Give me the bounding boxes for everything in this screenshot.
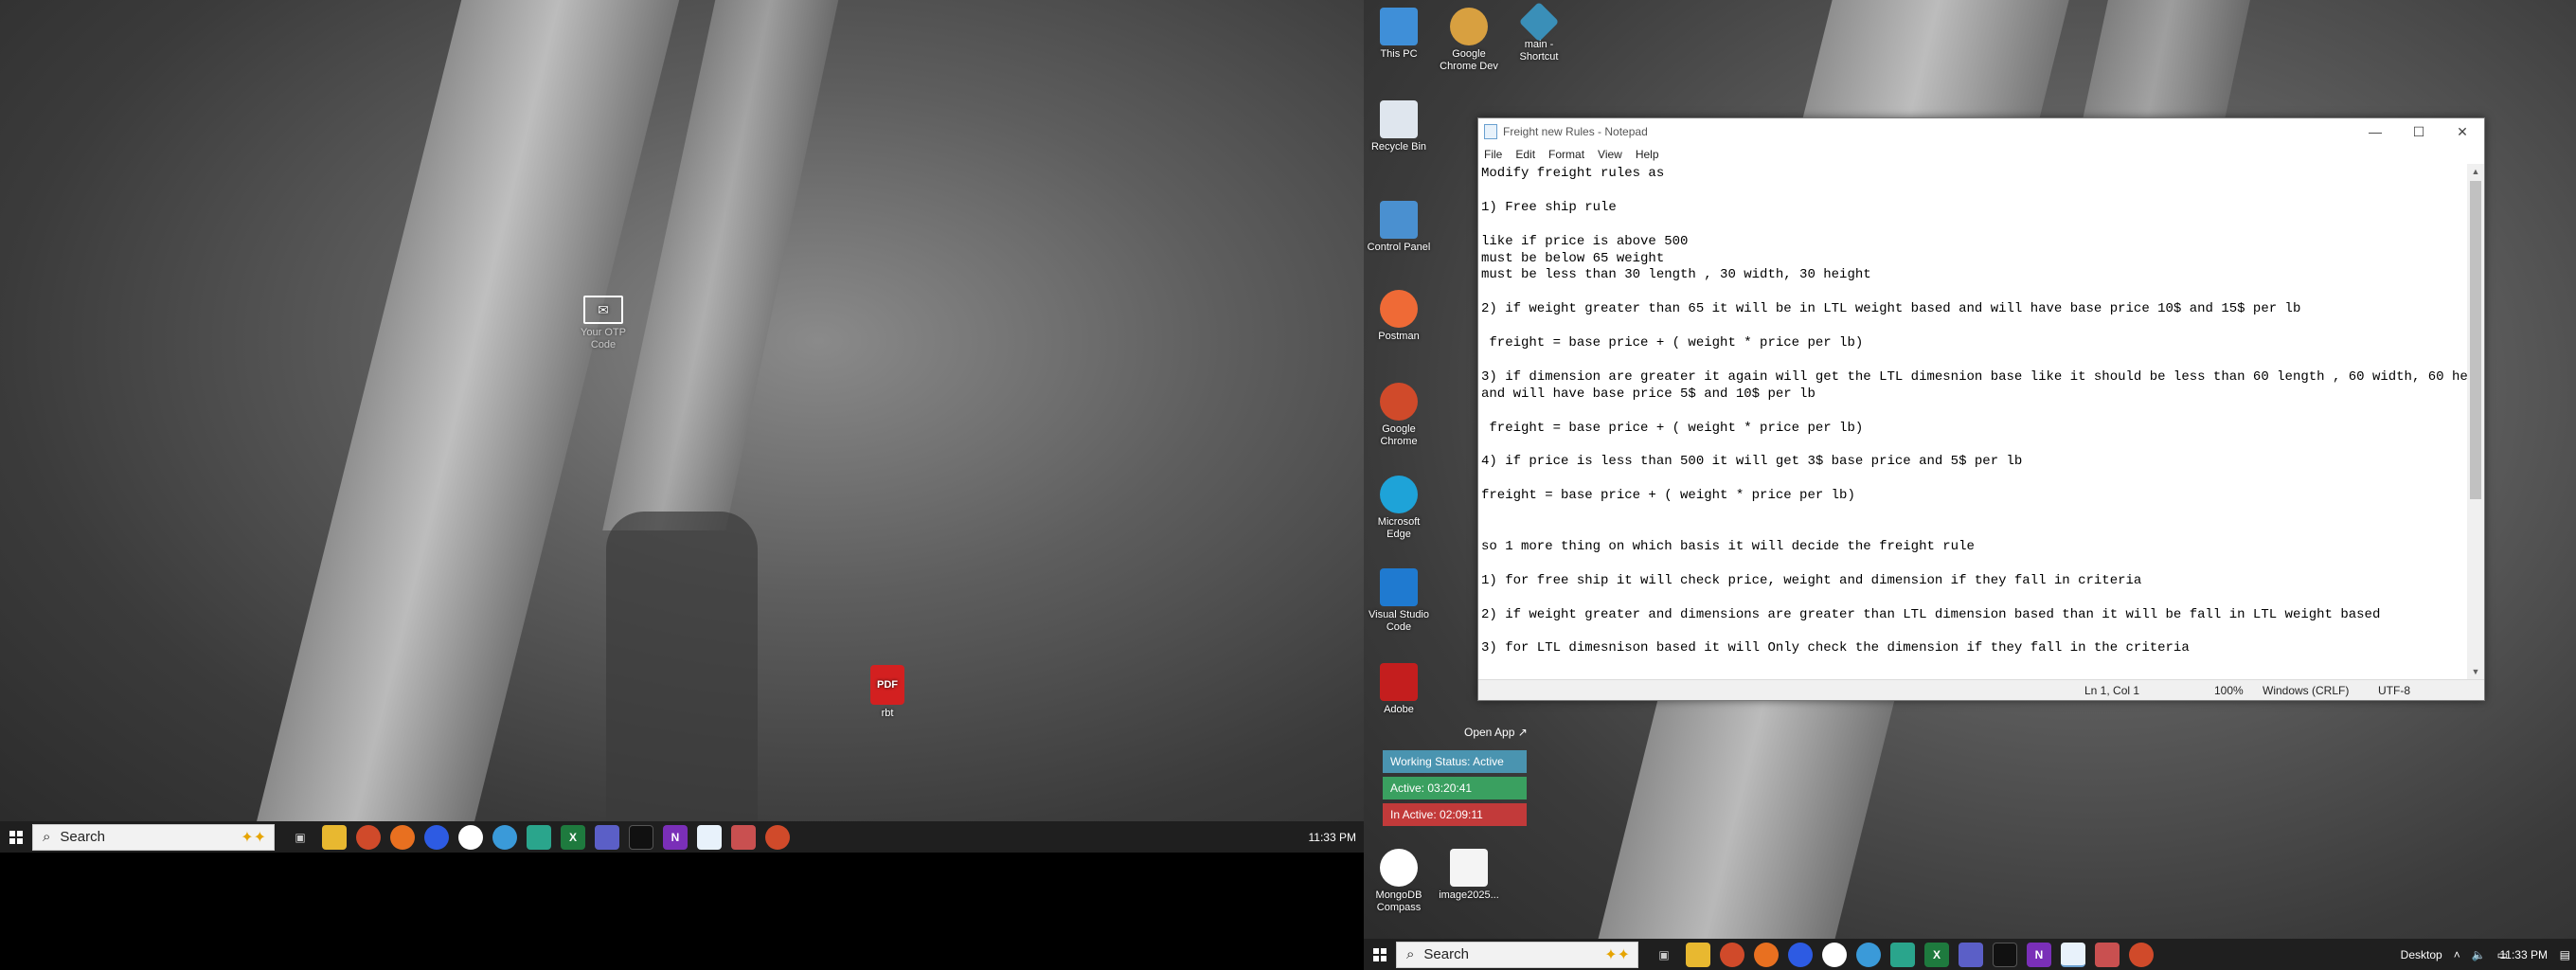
notepad-titlebar[interactable]: Freight new Rules - Notepad: [1478, 118, 2484, 145]
chrome-icon[interactable]: [1720, 942, 1744, 967]
sparkle-icon: ✦✦: [241, 829, 266, 846]
this-pc-icon[interactable]: This PC: [1366, 8, 1432, 61]
left-monitor: ✉ Your OTP Code PDF rbt ⌕ Search ✦✦ ▣ X …: [0, 0, 1364, 853]
close-button[interactable]: ✕: [2441, 118, 2484, 145]
chrome-icon[interactable]: [765, 824, 790, 850]
adobe-icon[interactable]: Adobe: [1366, 663, 1432, 716]
windows-logo-icon: [1373, 947, 1386, 961]
encoding: UTF-8: [2378, 684, 2410, 697]
app-icon[interactable]: [731, 824, 756, 850]
file-explorer-icon[interactable]: [322, 824, 347, 850]
window-title: Freight new Rules - Notepad: [1503, 125, 1648, 138]
app-icon[interactable]: [458, 824, 483, 850]
terminal-icon[interactable]: [629, 824, 653, 850]
taskbar-left: ⌕ Search ✦✦ ▣ X N 11:33 PM: [0, 821, 1364, 853]
active-timer: Active: 03:20:41: [1383, 777, 1527, 799]
vscode-icon[interactable]: Visual Studio Code: [1366, 568, 1432, 634]
menu-edit[interactable]: Edit: [1515, 148, 1535, 161]
task-view-icon[interactable]: ▣: [1652, 943, 1676, 967]
line-ending: Windows (CRLF): [2263, 684, 2350, 697]
status-bar: Ln 1, Col 1 100% Windows (CRLF) UTF-8: [1478, 679, 2484, 700]
terminal-icon[interactable]: [1993, 942, 2017, 967]
menu-bar: File Edit Format View Help: [1478, 145, 2484, 164]
search-icon: ⌕: [43, 829, 51, 845]
postman-icon[interactable]: Postman: [1366, 290, 1432, 343]
chrome-icon[interactable]: Google Chrome: [1366, 383, 1432, 448]
inactive-timer: In Active: 02:09:11: [1383, 803, 1527, 826]
volume-icon[interactable]: 🔈: [2472, 948, 2486, 961]
notepad-window[interactable]: Freight new Rules - Notepad — ☐ ✕ File E…: [1477, 117, 2485, 701]
firefox-icon[interactable]: [390, 824, 415, 850]
text-editor[interactable]: Modify freight rules as 1) Free ship rul…: [1478, 164, 2467, 679]
notification-icon[interactable]: ▤: [2560, 939, 2570, 970]
onenote-icon[interactable]: N: [2027, 942, 2051, 967]
scroll-thumb[interactable]: [2470, 181, 2481, 499]
firefox-icon[interactable]: [1754, 942, 1779, 967]
file-explorer-icon[interactable]: [1686, 942, 1710, 967]
menu-view[interactable]: View: [1598, 148, 1622, 161]
taskbar-search[interactable]: ⌕ Search ✦✦: [1396, 941, 1638, 968]
notepad-icon: [1484, 124, 1497, 139]
otp-mail-icon[interactable]: ✉ Your OTP Code: [570, 296, 636, 351]
taskbar-search[interactable]: ⌕ Search ✦✦: [32, 823, 275, 851]
excel-icon[interactable]: X: [1924, 942, 1949, 967]
menu-file[interactable]: File: [1484, 148, 1502, 161]
zoom-icon[interactable]: [1788, 942, 1813, 967]
menu-format[interactable]: Format: [1548, 148, 1584, 161]
desktop-toolbar[interactable]: Desktop: [2401, 948, 2442, 961]
excel-icon[interactable]: X: [561, 824, 585, 850]
pdf-file-icon[interactable]: PDF rbt: [854, 665, 921, 720]
recycle-bin-icon[interactable]: Recycle Bin: [1366, 100, 1432, 153]
open-app-link[interactable]: Open App ↗: [1464, 726, 1528, 739]
main-shortcut-icon[interactable]: main - Shortcut: [1506, 1, 1572, 63]
taskbar-right: ⌕ Search ✦✦ ▣ X N Desktop ˄ 🔈 ▭ 11:33 PM…: [1364, 939, 2576, 970]
app-icon[interactable]: [492, 824, 517, 850]
scroll-up-icon[interactable]: ▲: [2467, 164, 2484, 179]
zoom-level: 100%: [2214, 684, 2244, 697]
chrome-icon[interactable]: [2129, 942, 2154, 967]
app-icon[interactable]: [1890, 942, 1915, 967]
teams-icon[interactable]: [595, 824, 619, 850]
edge-icon[interactable]: Microsoft Edge: [1366, 476, 1432, 541]
rock-outcrop: [606, 512, 758, 853]
teams-icon[interactable]: [1959, 942, 1983, 967]
mongodb-compass-icon[interactable]: MongoDB Compass: [1366, 849, 1432, 914]
scroll-down-icon[interactable]: ▼: [2467, 664, 2484, 679]
system-tray: Desktop ˄ 🔈 ▭: [2401, 939, 2508, 970]
notepad-icon[interactable]: [2061, 942, 2085, 967]
chrome-icon[interactable]: [356, 824, 381, 850]
windows-logo-icon: [9, 830, 23, 844]
minimize-button[interactable]: —: [2353, 118, 2397, 145]
menu-help[interactable]: Help: [1636, 148, 1659, 161]
search-icon: ⌕: [1406, 946, 1415, 962]
working-status-badge: Working Status: Active: [1383, 750, 1527, 773]
chrome-dev-icon[interactable]: Google Chrome Dev: [1436, 8, 1502, 73]
sparkle-icon: ✦✦: [1604, 946, 1630, 963]
onenote-icon[interactable]: N: [663, 824, 688, 850]
app-icon[interactable]: [527, 824, 551, 850]
zoom-icon[interactable]: [424, 824, 449, 850]
image-file-icon[interactable]: image2025...: [1436, 849, 1502, 902]
vertical-scrollbar[interactable]: ▲ ▼: [2467, 164, 2484, 679]
control-panel-icon[interactable]: Control Panel: [1366, 201, 1432, 254]
taskbar-clock[interactable]: 11:33 PM: [2500, 939, 2548, 970]
maximize-button[interactable]: ☐: [2397, 118, 2441, 145]
chevron-up-icon[interactable]: ˄: [2454, 948, 2460, 961]
task-view-icon[interactable]: ▣: [288, 825, 313, 850]
app-icon[interactable]: [2095, 942, 2120, 967]
start-button[interactable]: [0, 821, 32, 853]
start-button[interactable]: [1364, 939, 1396, 970]
taskbar-clock[interactable]: 11:33 PM: [1309, 821, 1356, 853]
app-icon[interactable]: [1856, 942, 1881, 967]
notepad-icon[interactable]: [697, 824, 722, 850]
app-icon[interactable]: [1822, 942, 1847, 967]
cursor-position: Ln 1, Col 1: [2084, 684, 2140, 697]
